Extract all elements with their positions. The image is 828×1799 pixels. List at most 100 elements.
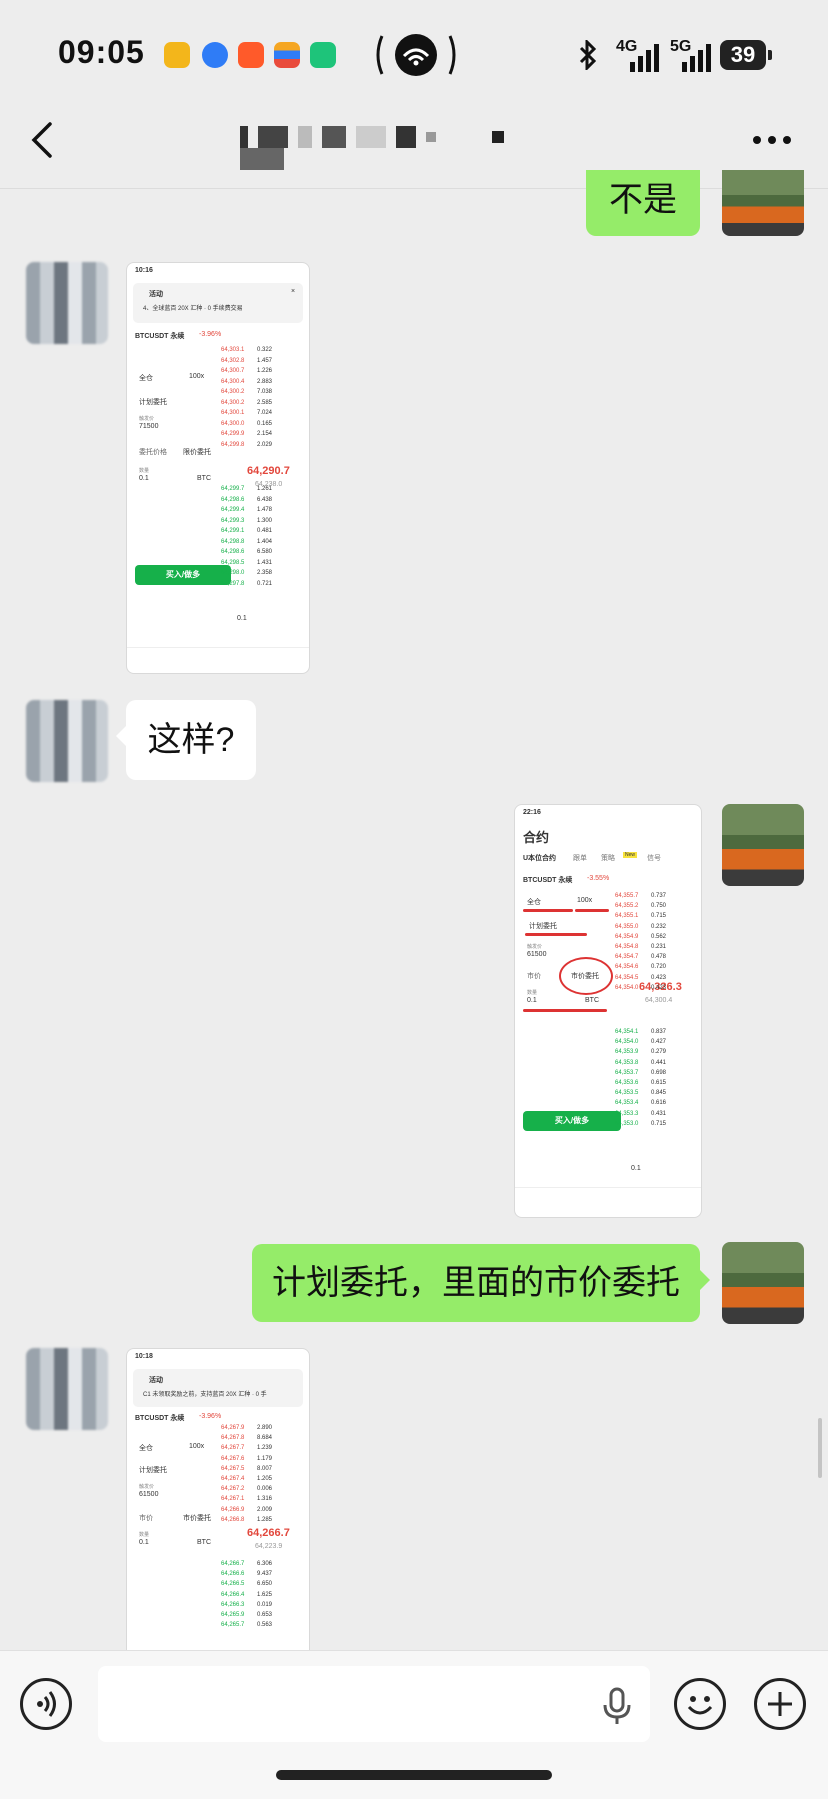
ask-qty: 0.232 [651, 923, 667, 930]
ask-price: 64,354.0 [615, 984, 639, 991]
shot-trigger-value: 71500 [139, 423, 159, 430]
header-divider [0, 188, 828, 189]
bid-qty: 0.481 [257, 528, 273, 534]
signal-icon-4g [628, 44, 662, 77]
bid-qty: 1.300 [257, 517, 273, 524]
ask-price: 64,354.6 [615, 964, 639, 971]
message-bubble-right[interactable]: 计划委托，里面的市价委托 [252, 1244, 700, 1322]
shot-qty-value: 0.1 [139, 1539, 149, 1546]
shot-order-type: 计划委托 [139, 1467, 167, 1474]
shot-margin-mode: 全仓 [139, 1445, 153, 1452]
ask-qty: 1.239 [257, 1445, 273, 1452]
shot-qty-value: 0.1 [527, 997, 537, 1004]
shot-notice-title: 活动 [149, 1377, 163, 1384]
smiley-icon [687, 1696, 713, 1715]
shot-last-price-sub: 64,223.9 [255, 1543, 283, 1550]
red-underline [525, 933, 587, 936]
ask-qty: 0.423 [651, 984, 667, 991]
my-avatar[interactable] [722, 170, 804, 236]
more-actions-button[interactable] [754, 1678, 806, 1730]
ask-price: 64,354.7 [615, 954, 639, 961]
ask-price: 64,300.2 [221, 399, 245, 406]
screenshot-image-1[interactable]: 10:16 活动 4、全球蓝百 20X 汇种 · 0 手续费交易 × BTCUS… [126, 262, 310, 674]
ask-qty: 0.562 [651, 933, 667, 940]
shot-leverage: 100x [189, 373, 205, 380]
more-button[interactable] [752, 132, 792, 150]
my-avatar[interactable] [722, 804, 804, 886]
ask-price: 64,266.9 [221, 1506, 245, 1513]
red-underline [575, 909, 609, 912]
message-bubble-right[interactable]: 不是 [586, 170, 700, 236]
shot-margin-mode: 全仓 [527, 899, 541, 906]
shot-trigger-value: 61500 [527, 951, 547, 958]
ask-price: 64,267.8 [221, 1435, 245, 1442]
bid-qty: 2.358 [257, 570, 273, 576]
contact-avatar[interactable] [26, 1348, 108, 1430]
ask-price: 64,267.2 [221, 1486, 245, 1493]
screenshot-image-2[interactable]: 22:16 合约 U本位合约 跟单 策略 New 信号 BTCUSDT 永续 -… [514, 804, 702, 1218]
ask-qty: 8.684 [257, 1435, 273, 1442]
ask-price: 64,266.8 [221, 1516, 245, 1523]
voice-toggle-button[interactable] [20, 1678, 72, 1730]
shot-notice-text: 4、全球蓝百 20X 汇种 · 0 手续费交易 [143, 306, 243, 312]
shot-tab: U本位合约 [523, 855, 557, 862]
back-button[interactable] [28, 118, 58, 167]
shot-exec-value: 市价委托 [183, 1515, 211, 1522]
ask-price: 64,267.7 [221, 1445, 245, 1452]
shot-time: 22:16 [523, 809, 541, 816]
bid-qty: 1.478 [257, 507, 273, 513]
ask-price: 64,300.1 [221, 410, 245, 416]
screenshot-image-3[interactable]: 10:18 活动 C1 未领取奖励之前，支持蓝百 20X 汇种 · 0 手 BT… [126, 1348, 310, 1652]
bid-price: 64,354.1 [615, 1029, 639, 1035]
ask-price: 64,355.2 [615, 903, 639, 910]
bid-qty: 6.650 [257, 1581, 273, 1588]
emoji-button[interactable] [674, 1678, 726, 1730]
ask-qty: 0.165 [257, 420, 273, 427]
bid-qty: 0.845 [651, 1090, 667, 1097]
contact-avatar[interactable] [26, 262, 108, 344]
bid-price: 64,265.7 [221, 1622, 245, 1629]
shot-last-price: 64,266.7 [247, 1527, 290, 1539]
bid-qty: 0.698 [651, 1069, 667, 1076]
bid-qty: 1.431 [257, 559, 273, 566]
message-input[interactable] [98, 1666, 650, 1742]
bid-qty: 0.616 [651, 1100, 667, 1107]
shot-pair: BTCUSDT 永续 [135, 1415, 185, 1422]
red-circle-annotation [559, 957, 613, 995]
ask-price: 64,355.1 [615, 913, 639, 920]
bid-qty: 1.261 [257, 486, 273, 492]
battery-tip [768, 50, 772, 60]
message-bubble-left[interactable]: 这样? [126, 700, 256, 780]
video-app-icon [238, 42, 264, 68]
ask-qty: 1.205 [257, 1476, 273, 1482]
shot-tab: 跟单 [573, 855, 587, 862]
contact-avatar[interactable] [26, 700, 108, 782]
bid-price: 64,353.3 [615, 1110, 639, 1117]
shot-footer-qty: 0.1 [631, 1165, 641, 1172]
bid-qty: 0.653 [257, 1612, 273, 1618]
ask-qty: 2.154 [257, 431, 273, 437]
bid-price: 64,353.5 [615, 1090, 639, 1097]
scrollbar[interactable] [818, 1418, 822, 1478]
shot-qty-unit: BTC [197, 475, 211, 482]
bid-qty: 0.019 [257, 1601, 273, 1608]
bid-qty: 0.441 [651, 1059, 667, 1066]
ask-price: 64,354.5 [615, 974, 639, 981]
bid-qty: 0.431 [651, 1110, 667, 1117]
ask-qty: 0.322 [257, 347, 273, 353]
ask-qty: 1.316 [257, 1496, 273, 1503]
shot-last-price: 64,290.7 [247, 465, 290, 477]
shot-trigger-label: 触发价 [527, 944, 543, 950]
bid-price: 64,265.9 [221, 1612, 245, 1618]
shot-notice-title: 活动 [149, 291, 163, 298]
microphone-button[interactable] [600, 1686, 634, 1731]
ask-qty: 7.038 [257, 389, 273, 395]
bid-price: 64,266.7 [221, 1561, 245, 1567]
my-avatar[interactable] [722, 1242, 804, 1324]
ask-qty: 1.457 [257, 357, 273, 364]
status-time: 09:05 [58, 34, 145, 70]
shot-change: -3.55% [587, 875, 610, 882]
ask-qty: 0.750 [651, 903, 667, 910]
shot-qty-label: 数量 [139, 1532, 150, 1538]
home-indicator[interactable] [276, 1770, 552, 1780]
